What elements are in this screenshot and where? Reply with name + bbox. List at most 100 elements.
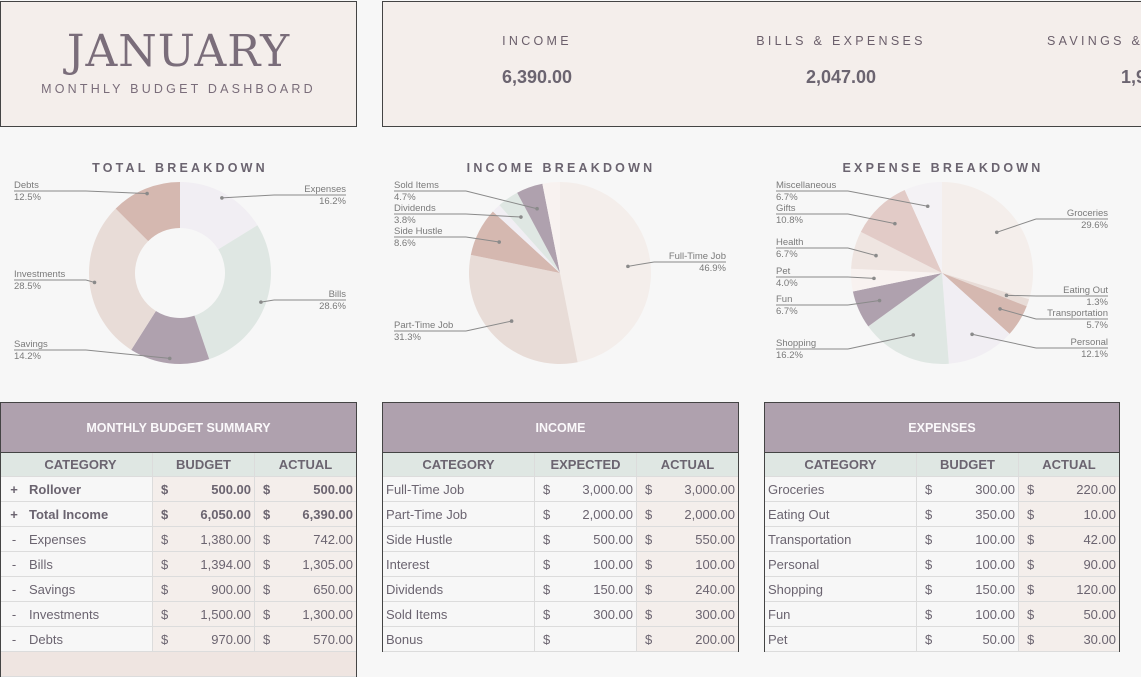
- table-row: - Bills $1,394.00 $1,305.00: [1, 552, 356, 577]
- expected-cell[interactable]: $2,000.00: [535, 502, 637, 526]
- amount: 150.00: [593, 581, 633, 597]
- currency-symbol: $: [645, 506, 653, 522]
- currency-symbol: $: [645, 606, 653, 622]
- table-row: Part-Time Job $2,000.00 $2,000.00: [383, 502, 738, 527]
- currency-symbol: $: [263, 506, 271, 522]
- category-cell[interactable]: Bonus: [383, 627, 535, 651]
- expected-cell[interactable]: $300.00: [535, 602, 637, 626]
- actual-cell[interactable]: $120.00: [1019, 577, 1119, 601]
- category-cell[interactable]: Fun: [765, 602, 917, 626]
- slice-label-name: Transportation: [1047, 308, 1108, 319]
- amount: 1,300.00: [302, 606, 353, 622]
- actual-cell[interactable]: $1,305.00: [255, 552, 356, 576]
- amount: 100.00: [975, 556, 1015, 572]
- budget-cell[interactable]: $100.00: [917, 602, 1019, 626]
- amount: 900.00: [211, 581, 251, 597]
- table-row: Bonus $ $200.00: [383, 627, 738, 652]
- category-cell[interactable]: Groceries: [765, 477, 917, 501]
- budget-cell[interactable]: $500.00: [153, 477, 255, 501]
- expected-cell[interactable]: $500.00: [535, 527, 637, 551]
- budget-cell[interactable]: $150.00: [917, 577, 1019, 601]
- actual-cell[interactable]: $3,000.00: [637, 477, 738, 501]
- actual-cell[interactable]: $550.00: [637, 527, 738, 551]
- table-row: Personal $100.00 $90.00: [765, 552, 1119, 577]
- amount: 1,305.00: [302, 556, 353, 572]
- category-cell[interactable]: - Savings: [1, 577, 153, 601]
- expected-cell[interactable]: $150.00: [535, 577, 637, 601]
- expected-cell[interactable]: $100.00: [535, 552, 637, 576]
- breakdown-charts: Expenses16.2%Bills28.6%Savings14.2%Inves…: [14, 180, 1109, 364]
- category-cell[interactable]: Eating Out: [765, 502, 917, 526]
- actual-cell[interactable]: $90.00: [1019, 552, 1119, 576]
- currency-symbol: $: [263, 631, 271, 647]
- budget-cell[interactable]: $6,050.00: [153, 502, 255, 526]
- category-cell[interactable]: Part-Time Job: [383, 502, 535, 526]
- pie-slice-full-time-job: [560, 182, 652, 363]
- actual-cell[interactable]: $42.00: [1019, 527, 1119, 551]
- actual-cell[interactable]: $240.00: [637, 577, 738, 601]
- category-cell[interactable]: - Debts: [1, 627, 153, 651]
- actual-cell[interactable]: $2,000.00: [637, 502, 738, 526]
- category-cell[interactable]: Dividends: [383, 577, 535, 601]
- currency-symbol: $: [925, 631, 933, 647]
- budget-cell[interactable]: $100.00: [917, 552, 1019, 576]
- budget-cell[interactable]: $350.00: [917, 502, 1019, 526]
- slice-label-percent: 8.6%: [394, 238, 416, 249]
- budget-cell[interactable]: $1,394.00: [153, 552, 255, 576]
- category-cell[interactable]: Interest: [383, 552, 535, 576]
- category-cell[interactable]: Pet: [765, 627, 917, 651]
- actual-cell[interactable]: $30.00: [1019, 627, 1119, 651]
- budget-cell[interactable]: $1,380.00: [153, 527, 255, 551]
- actual-cell[interactable]: $200.00: [637, 627, 738, 651]
- slice-label-name: Fun: [776, 294, 792, 305]
- actual-cell[interactable]: $650.00: [255, 577, 356, 601]
- budget-cell[interactable]: $970.00: [153, 627, 255, 651]
- slice-label-percent: 6.7%: [776, 192, 798, 203]
- table-row: Pet $50.00 $30.00: [765, 627, 1119, 652]
- actual-cell[interactable]: $742.00: [255, 527, 356, 551]
- actual-cell[interactable]: $1,300.00: [255, 602, 356, 626]
- amount: 42.00: [1083, 531, 1116, 547]
- row-sign: -: [11, 606, 17, 622]
- category-cell[interactable]: - Expenses: [1, 527, 153, 551]
- table-row: Transportation $100.00 $42.00: [765, 527, 1119, 552]
- slice-label-percent: 5.7%: [1086, 320, 1108, 331]
- budget-cell[interactable]: $300.00: [917, 477, 1019, 501]
- category-cell[interactable]: Full-Time Job: [383, 477, 535, 501]
- row-sign: -: [11, 531, 17, 547]
- budget-cell[interactable]: $100.00: [917, 527, 1019, 551]
- actual-cell[interactable]: $6,390.00: [255, 502, 356, 526]
- category-cell[interactable]: - Investments: [1, 602, 153, 626]
- category-cell[interactable]: + Total Income: [1, 502, 153, 526]
- table-row: + Rollover $500.00 $500.00: [1, 477, 356, 502]
- category-label: Investments: [29, 606, 100, 622]
- actual-cell[interactable]: $300.00: [637, 602, 738, 626]
- category-cell[interactable]: Shopping: [765, 577, 917, 601]
- slice-label-percent: 28.6%: [319, 301, 346, 312]
- actual-cell[interactable]: $220.00: [1019, 477, 1119, 501]
- category-cell[interactable]: Personal: [765, 552, 917, 576]
- actual-cell[interactable]: $100.00: [637, 552, 738, 576]
- currency-symbol: $: [1027, 631, 1035, 647]
- expected-cell[interactable]: $: [535, 627, 637, 651]
- actual-cell[interactable]: $500.00: [255, 477, 356, 501]
- category-cell[interactable]: Sold Items: [383, 602, 535, 626]
- category-cell[interactable]: Transportation: [765, 527, 917, 551]
- category-cell[interactable]: Side Hustle: [383, 527, 535, 551]
- actual-cell[interactable]: $570.00: [255, 627, 356, 651]
- currency-symbol: $: [925, 581, 933, 597]
- expected-cell[interactable]: $3,000.00: [535, 477, 637, 501]
- amount: 2,000.00: [582, 506, 633, 522]
- column-header-category: CATEGORY: [383, 453, 535, 476]
- budget-cell[interactable]: $900.00: [153, 577, 255, 601]
- budget-cell[interactable]: $1,500.00: [153, 602, 255, 626]
- slice-label-name: Sold Items: [394, 180, 439, 191]
- actual-cell[interactable]: $50.00: [1019, 602, 1119, 626]
- amount: 240.00: [695, 581, 735, 597]
- category-cell[interactable]: + Rollover: [1, 477, 153, 501]
- column-header-category: CATEGORY: [765, 453, 917, 476]
- budget-cell[interactable]: $50.00: [917, 627, 1019, 651]
- category-cell[interactable]: - Bills: [1, 552, 153, 576]
- table-row: Sold Items $300.00 $300.00: [383, 602, 738, 627]
- actual-cell[interactable]: $10.00: [1019, 502, 1119, 526]
